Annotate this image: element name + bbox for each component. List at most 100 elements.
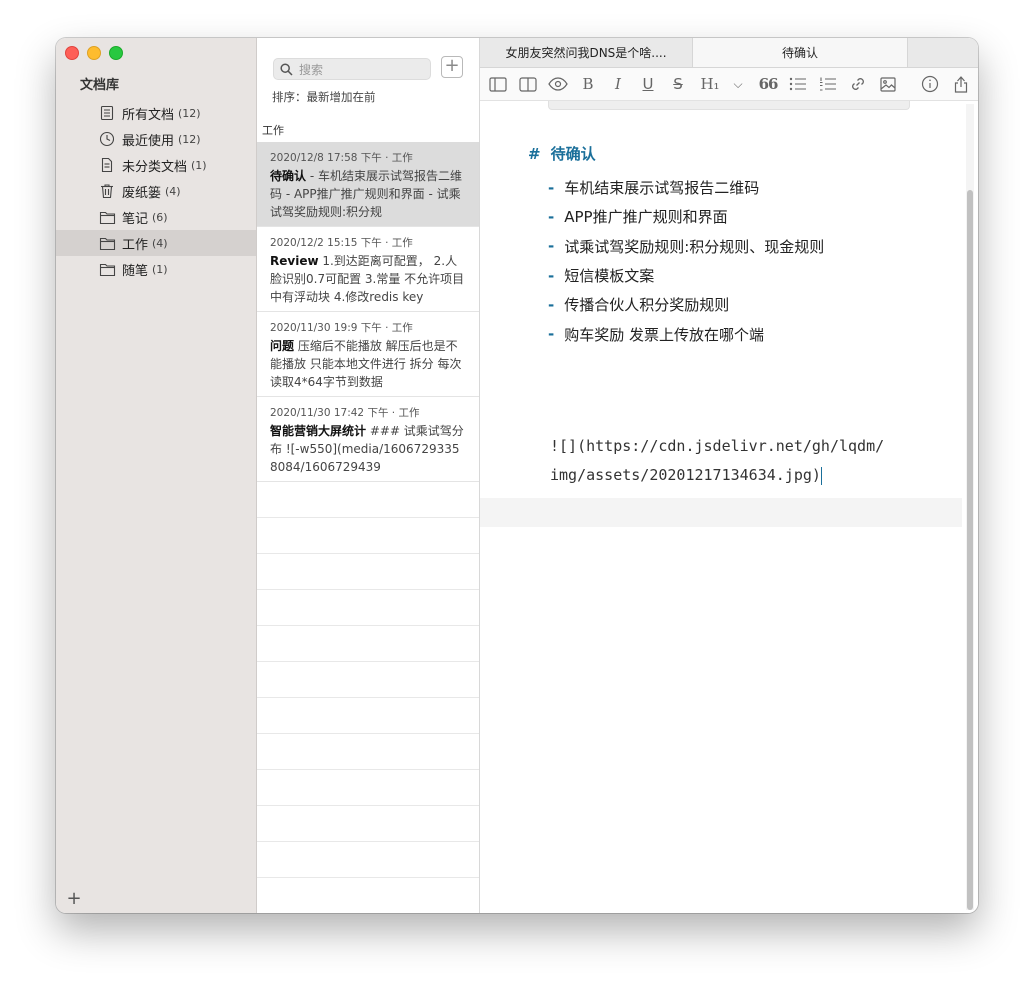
editor-panel: 女朋友突然问我DNS是个啥.... 待确认 B I U S H₁ ⌵ 66 # … [480, 38, 978, 913]
note-title: 待确认 [270, 169, 307, 183]
numbered-list-icon[interactable] [818, 74, 838, 94]
editor-scrollbar[interactable] [966, 104, 974, 910]
editor-content[interactable]: # 待确认 - 车机结束展示试驾报告二维码 - APP推广推广规则和界面 - 试乘试驾奖… [480, 101, 962, 913]
library-title: 文档库 [80, 78, 120, 93]
sidebar-item-notes[interactable]: 笔记 (6) [56, 204, 256, 230]
image-preview-edge [548, 101, 910, 110]
sidebar-item-recent[interactable]: 最近使用 (12) [56, 126, 256, 152]
list-item: - 试乘试驾奖励规则:积分规则、现金规则 [548, 232, 824, 261]
sidebar-item-count: (1) [191, 158, 207, 172]
bullet-list-icon[interactable] [788, 74, 808, 94]
window-controls [65, 46, 123, 60]
close-window-button[interactable] [65, 46, 79, 60]
info-icon[interactable] [920, 74, 940, 94]
sidebar-item-count: (12) [178, 132, 201, 146]
sidebar-item-label: 未分类文档 [122, 159, 188, 175]
note-preview: Review 1.到达距离可配置， 2.人脸识别0.7可配置 3.常量 不允许项… [270, 252, 467, 306]
note-preview: 待确认 - 车机结束展示试驾报告二维码 - APP推广推广规则和界面 - 试乘试… [270, 167, 467, 221]
list-item-text: 试乘试驾奖励规则:积分规则、现金规则 [564, 237, 825, 256]
notes-list: 2020/12/8 17:58 下午 · 工作 待确认 - 车机结束展示试驾报告… [257, 142, 479, 913]
note-meta: 2020/12/8 17:58 下午 · 工作 [270, 152, 413, 164]
sidebar-item-count: (1) [152, 262, 168, 276]
search-input[interactable]: 搜索 [299, 61, 323, 78]
tab-bar: 女朋友突然问我DNS是个啥.... 待确认 [480, 38, 978, 68]
note-preview: 智能营销大屏统计 ### 试乘试驾分布 ![-w550](media/16067… [270, 422, 467, 476]
underline-button[interactable]: U [638, 74, 658, 94]
image-markdown-text: img/assets/20201217134634.jpg) [550, 466, 821, 484]
list-item: - 短信模板文案 [548, 261, 824, 290]
list-item: - 购车奖励 发票上传放在哪个端 [548, 319, 824, 348]
share-icon[interactable] [951, 74, 971, 94]
quote-button[interactable]: 66 [758, 74, 779, 94]
heading-text: 待确认 [550, 145, 596, 163]
note-item[interactable]: 2020/12/2 15:15 下午 · 工作 Review 1.到达距离可配置… [257, 227, 479, 312]
empty-list-row [257, 734, 479, 770]
note-body: 压缩后不能播放 解压后也是不能播放 只能本地文件进行 拆分 每次读取4*64字节… [270, 339, 462, 389]
sidebar: 文档库 所有文档 (12) 最近使用 (12) 未分类文档 (1) 废纸篓 (4… [56, 38, 257, 913]
list-marker: - [548, 237, 555, 256]
preview-eye-icon[interactable] [548, 74, 568, 94]
list-marker: - [548, 207, 555, 226]
list-marker: - [548, 178, 555, 197]
image-icon[interactable] [878, 74, 898, 94]
document-icon [98, 156, 116, 174]
tab-dns-article[interactable]: 女朋友突然问我DNS是个啥.... [480, 38, 692, 67]
toggle-sidebar-icon[interactable] [488, 74, 508, 94]
minimize-window-button[interactable] [87, 46, 101, 60]
empty-list-row [257, 482, 479, 518]
empty-list-row [257, 626, 479, 662]
link-icon[interactable] [848, 74, 868, 94]
sidebar-item-trash[interactable]: 废纸篓 (4) [56, 178, 256, 204]
folder-icon [98, 260, 116, 278]
note-title: Review [270, 254, 319, 268]
empty-list-row [257, 698, 479, 734]
new-note-button[interactable]: + [441, 56, 463, 78]
heading-marker: # [528, 145, 541, 163]
image-markdown-line: img/assets/20201217134634.jpg) [550, 466, 822, 485]
sidebar-item-label: 废纸篓 [122, 185, 162, 201]
zoom-window-button[interactable] [109, 46, 123, 60]
list-marker: - [548, 295, 555, 314]
note-item[interactable]: 2020/11/30 19:9 下午 · 工作 问题 压缩后不能播放 解压后也是… [257, 312, 479, 397]
note-preview: 问题 压缩后不能播放 解压后也是不能播放 只能本地文件进行 拆分 每次读取4*6… [270, 337, 467, 391]
sidebar-item-work[interactable]: 工作 (4) [56, 230, 256, 256]
empty-list-row [257, 770, 479, 806]
note-list-panel: 搜索 + 排序：最新增加在前 工作 2020/12/8 17:58 下午 · 工… [257, 38, 480, 913]
strikethrough-button[interactable]: S [668, 74, 688, 94]
add-library-button[interactable]: + [64, 889, 84, 909]
tab-pending-confirm[interactable]: 待确认 [692, 38, 908, 67]
list-item: - APP推广推广规则和界面 [548, 202, 824, 231]
sidebar-item-label: 工作 [122, 237, 149, 253]
list-marker: - [548, 266, 555, 285]
italic-button[interactable]: I [608, 74, 628, 94]
empty-list-row [257, 806, 479, 842]
bold-button[interactable]: B [578, 74, 598, 94]
documents-stack-icon [98, 104, 116, 122]
sidebar-item-label: 笔记 [122, 211, 149, 227]
sidebar-list: 所有文档 (12) 最近使用 (12) 未分类文档 (1) 废纸篓 (4) 笔记… [56, 100, 256, 282]
trash-icon [98, 182, 116, 200]
search-icon [280, 62, 293, 76]
empty-list-row [257, 518, 479, 554]
heading-button[interactable]: H₁ [700, 74, 720, 94]
empty-list-row [257, 662, 479, 698]
sidebar-item-uncategorized[interactable]: 未分类文档 (1) [56, 152, 256, 178]
image-markdown-line: ![](https://cdn.jsdelivr.net/gh/lqdm/ [550, 437, 885, 455]
list-item-text: 短信模板文案 [564, 267, 655, 286]
scrollbar-thumb[interactable] [967, 190, 973, 910]
sidebar-item-essays[interactable]: 随笔 (1) [56, 256, 256, 282]
note-item[interactable]: 2020/11/30 17:42 下午 · 工作 智能营销大屏统计 ### 试乘… [257, 397, 479, 482]
chevron-down-icon[interactable]: ⌵ [728, 74, 748, 94]
note-item[interactable]: 2020/12/8 17:58 下午 · 工作 待确认 - 车机结束展示试驾报告… [257, 142, 479, 227]
clock-icon [98, 130, 116, 148]
sidebar-item-all-documents[interactable]: 所有文档 (12) [56, 100, 256, 126]
empty-list-row [257, 554, 479, 590]
sort-order-label[interactable]: 排序：最新增加在前 [272, 89, 376, 105]
folder-icon [98, 208, 116, 226]
app-window: 文档库 所有文档 (12) 最近使用 (12) 未分类文档 (1) 废纸篓 (4… [56, 38, 978, 913]
search-field[interactable]: 搜索 [273, 58, 431, 80]
sidebar-item-count: (4) [152, 236, 168, 250]
note-title: 问题 [270, 339, 295, 353]
split-view-icon[interactable] [518, 74, 538, 94]
sidebar-item-label: 最近使用 [122, 133, 175, 149]
